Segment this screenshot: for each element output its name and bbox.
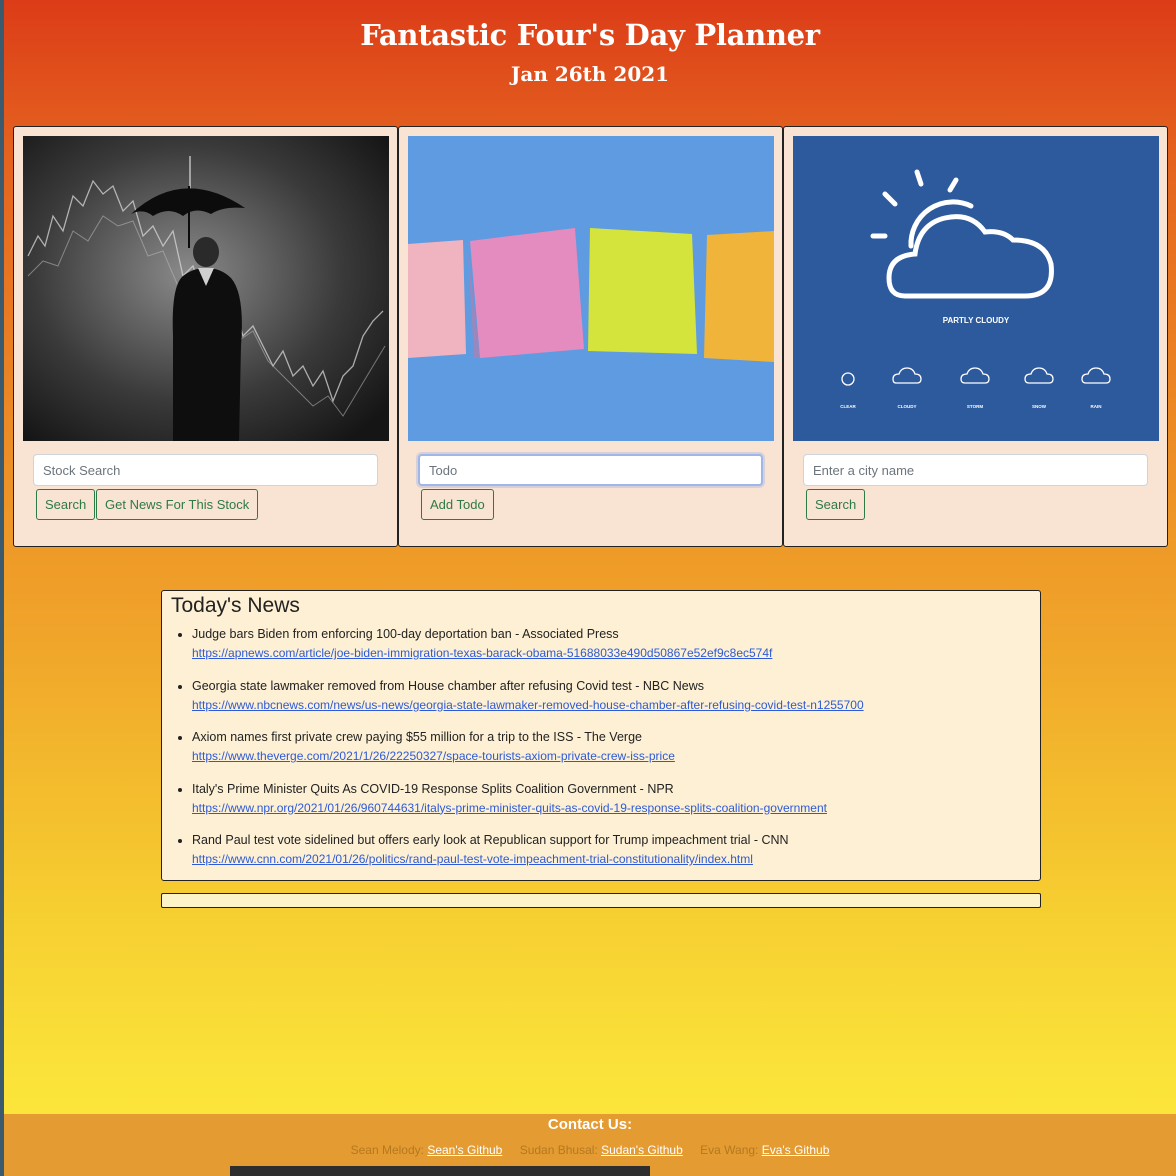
github-link[interactable]: Sean's Github [427,1143,502,1157]
weather-card: PARTLY CLOUDY CLEAR CLOUDY STORM SNOW RA… [783,126,1168,547]
contact-person: Sean Melody: Sean's Github [351,1143,506,1157]
news-link[interactable]: https://www.nbcnews.com/news/us-news/geo… [192,696,1030,715]
news-link[interactable]: https://www.npr.org/2021/01/26/960744631… [192,799,1030,818]
news-title: Axiom names first private crew paying $5… [192,730,642,744]
contact-list: Sean Melody: Sean's Github Sudan Bhusal:… [4,1143,1176,1157]
news-item: Rand Paul test vote sidelined but offers… [192,831,1030,883]
contact-name: Sudan Bhusal: [519,1143,598,1157]
contact-name: Eva Wang: [700,1143,759,1157]
news-item: Georgia state lawmaker removed from Hous… [192,677,1030,729]
news-link[interactable]: https://www.theverge.com/2021/1/26/22250… [192,747,1030,766]
news-title: Rand Paul test vote sidelined but offers… [192,833,789,847]
news-title: Georgia state lawmaker removed from Hous… [192,678,704,693]
todo-card: Add Todo [398,126,783,547]
weather-icon-label-clear: CLEAR [840,404,856,409]
news-item: Axiom names first private crew paying $5… [192,728,1030,780]
news-item: Judge bars Biden from enforcing 100-day … [192,625,1030,677]
news-title: Judge bars Biden from enforcing 100-day … [192,627,619,641]
github-link[interactable]: Sudan's Github [601,1143,683,1157]
news-item: Italy's Prime Minister Quits As COVID-19… [192,780,1030,832]
weather-icon-label-storm: STORM [967,404,983,409]
background-window-strip [230,1166,650,1176]
weather-image: PARTLY CLOUDY CLEAR CLOUDY STORM SNOW RA… [793,136,1159,441]
add-todo-button[interactable]: Add Todo [421,489,494,520]
weather-image-main-text: PARTLY CLOUDY [943,316,1010,325]
stock-card: Search Get News For This Stock [13,126,398,547]
news-title: Italy's Prime Minister Quits As COVID-19… [192,781,674,796]
todo-image [408,136,774,441]
weather-icon-label-rain: RAIN [1091,404,1102,409]
news-panel: Today's News Judge bars Biden from enfor… [161,590,1041,881]
weather-search-button[interactable]: Search [806,489,866,520]
weather-icon-label-snow: SNOW [1032,404,1047,409]
stock-search-button[interactable]: Search [36,489,96,520]
stock-news-button[interactable]: Get News For This Stock [96,489,259,520]
weather-icon-label-cloudy: CLOUDY [898,404,917,409]
page-title: Fantastic Four's Day Planner [360,18,820,52]
github-link[interactable]: Eva's Github [762,1143,830,1157]
news-link[interactable]: https://apnews.com/article/joe-biden-imm… [192,644,1030,663]
contact-person: Sudan Bhusal: Sudan's Github [520,1143,686,1157]
current-date: Jan 26th 2021 [510,62,670,86]
contact-name: Sean Melody: [350,1143,424,1157]
news-link[interactable]: https://www.cnn.com/2021/01/26/politics/… [192,850,1030,869]
stock-search-input[interactable] [33,454,378,486]
page-frame: Fantastic Four's Day Planner Jan 26th 20… [4,0,1176,1176]
news-list: Judge bars Biden from enforcing 100-day … [192,625,1030,883]
news-heading: Today's News [171,594,300,617]
todo-input[interactable] [418,454,763,486]
contact-heading: Contact Us: [547,1116,633,1133]
city-search-input[interactable] [803,454,1148,486]
empty-results-box [161,893,1041,908]
stock-image [23,136,389,441]
contact-person: Eva Wang: Eva's Github [700,1143,829,1157]
